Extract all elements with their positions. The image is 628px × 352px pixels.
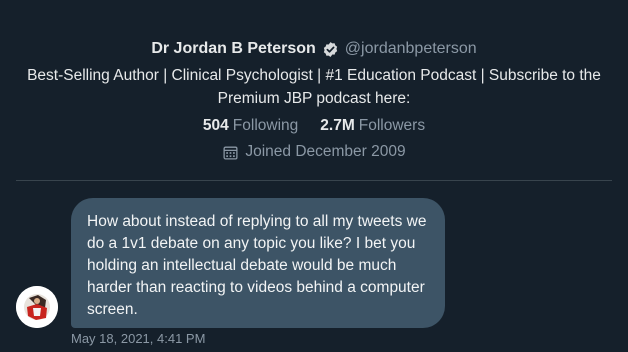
followers-label: Followers [358,117,426,134]
profile-bio: Best-Selling Author | Clinical Psycholog… [27,67,601,107]
profile-joined: Joined December 2009 [0,139,628,165]
message-timestamp: May 18, 2021, 4:41 PM [71,331,206,346]
profile-header: Dr Jordan B Peterson @jordanbpeterson Be… [0,36,628,165]
profile-name-row: Dr Jordan B Peterson @jordanbpeterson [0,36,628,62]
following-count: 504 [202,117,229,134]
message-bubble[interactable]: How about instead of replying to all my … [71,198,445,328]
verified-badge-icon [322,41,339,58]
following-label: Following [232,117,299,134]
followers-link[interactable]: 2.7M Followers [320,117,425,135]
following-link[interactable]: 504 Following [203,117,298,135]
calendar-icon [222,144,239,161]
section-divider [16,180,612,181]
profile-handle[interactable]: @jordanbpeterson [345,40,477,58]
profile-stats: 504 Following 2.7M Followers [0,113,628,139]
profile-display-name[interactable]: Dr Jordan B Peterson [151,40,315,58]
dm-conversation-view: Dr Jordan B Peterson @jordanbpeterson Be… [0,0,628,352]
sender-avatar[interactable] [16,286,58,328]
joined-date: Joined December 2009 [245,143,406,160]
followers-count: 2.7M [320,117,355,134]
